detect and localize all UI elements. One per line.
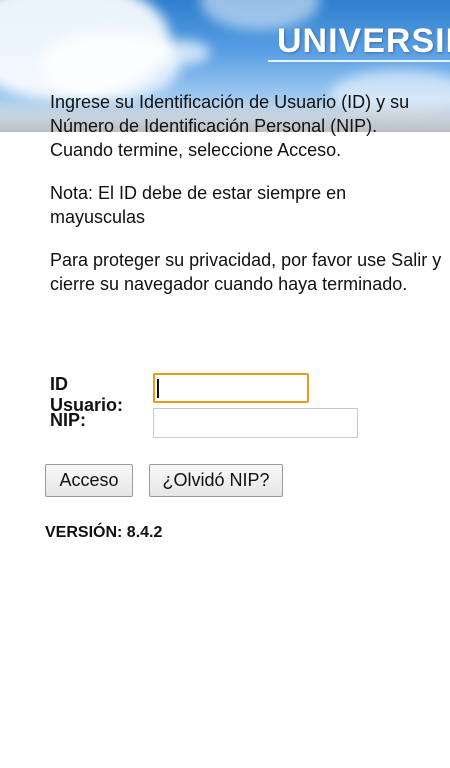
user-id-input[interactable] <box>153 373 309 403</box>
version-label: VERSIÓN: 8.4.2 <box>45 524 163 541</box>
note-paragraph: Nota: El ID debe de estar siempre en may… <box>50 183 347 227</box>
nip-label: NIP: <box>50 410 86 430</box>
cloud-decoration <box>150 40 210 65</box>
login-button[interactable]: Acceso <box>45 464 133 497</box>
instructions: Ingrese su Identificación de Usuario (ID… <box>50 90 445 315</box>
forgot-pin-button[interactable]: ¿Olvidó NIP? <box>149 464 283 497</box>
university-logo-text: UNIVERSID <box>277 22 450 60</box>
login-page: UNIVERSID Ingrese su Identificación de U… <box>0 0 450 768</box>
nip-input[interactable] <box>153 408 358 438</box>
privacy-paragraph: Para proteger su privacidad, por favor u… <box>50 250 442 294</box>
text-caret <box>157 379 159 398</box>
instructions-paragraph: Ingrese su Identificación de Usuario (ID… <box>50 92 410 160</box>
